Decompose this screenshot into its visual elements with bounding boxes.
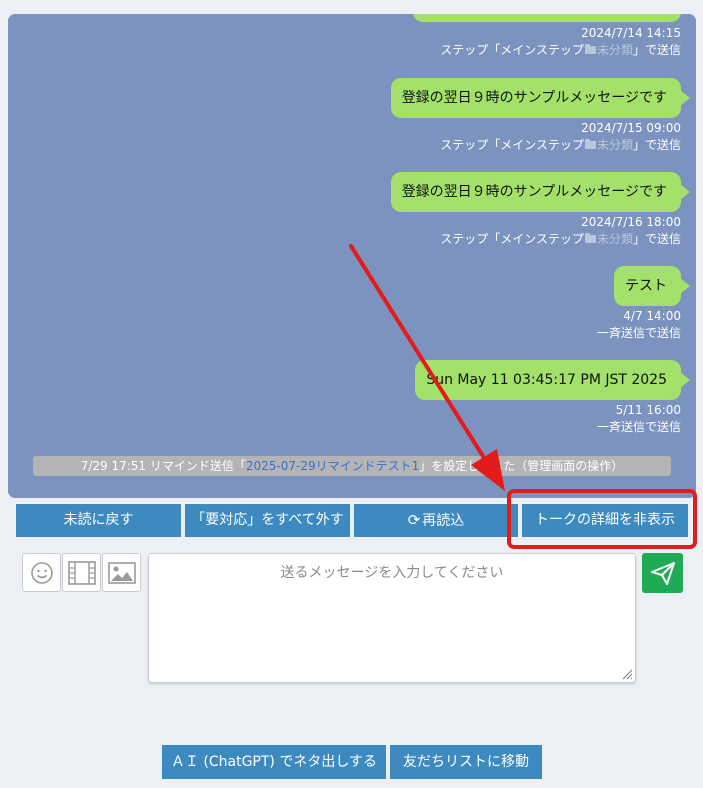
reload-button[interactable]: ⟳ 再読込 [354,504,518,537]
message-2: 登録の翌日９時のサンプルメッセージです 2024/7/15 09:00 ステップ… [390,78,691,154]
message-bubble: Sun May 11 03:45:17 PM JST 2025 [415,360,690,400]
ai-idea-button[interactable]: ＡＩ (ChatGPT) でネタ出しする [162,745,386,779]
mark-unread-button[interactable]: 未読に戻す [16,504,181,537]
message-input[interactable] [149,554,635,682]
message-1: 2024/7/14 14:15 ステップ「メインステップ 未分類」で送信 [440,25,681,59]
message-date: 5/11 16:00 [615,403,681,417]
image-icon [107,561,136,584]
emoji-button[interactable] [22,553,61,592]
image-button[interactable] [102,553,141,592]
reminder-link[interactable]: 2025-07-29リマインドテスト1 [246,459,419,473]
system-notice: 7/29 17:51 リマインド送信「2025-07-29リマインドテスト1」を… [33,456,671,476]
clear-required-button[interactable]: 「要対応」をすべて外す [185,504,350,537]
friend-list-button[interactable]: 友だちリストに移動 [390,745,542,779]
emoji-icon [30,561,53,584]
message-sent-via: 一斉送信で送信 [596,326,681,340]
message-date: 2024/7/16 18:00 [581,215,681,229]
message-bubble: テスト [614,266,690,306]
paper-plane-icon [650,562,675,585]
message-sent-via: 一斉送信で送信 [596,420,681,434]
message-bubble: 登録の翌日９時のサンプルメッセージです [390,172,691,212]
message-compose-box [148,553,636,683]
message-5: Sun May 11 03:45:17 PM JST 2025 5/11 16:… [415,360,690,436]
refresh-icon: ⟳ [407,511,421,529]
send-button[interactable] [642,553,683,593]
folder-icon [584,139,596,149]
message-step-info: ステップ「メインステップ 未分類」で送信 [440,232,681,246]
message-4: テスト 4/7 14:00 一斉送信で送信 [596,266,690,342]
folder-icon [584,44,596,54]
message-step-info: ステップ「メインステップ 未分類」で送信 [440,43,681,57]
message-step-info: ステップ「メインステップ 未分類」で送信 [440,138,681,152]
message-3: 登録の翌日９時のサンプルメッセージです 2024/7/16 18:00 ステップ… [390,172,691,248]
chat-history-panel[interactable]: 2024/7/14 14:15 ステップ「メインステップ 未分類」で送信 登録の翌… [8,14,696,498]
message-bubble-partial [413,14,681,22]
video-icon [67,560,96,585]
message-date: 2024/7/14 14:15 [581,26,681,40]
message-bubble: 登録の翌日９時のサンプルメッセージです [390,78,691,118]
message-date: 2024/7/15 09:00 [581,121,681,135]
message-date: 4/7 14:00 [623,309,681,323]
folder-icon [584,233,596,243]
resize-grip-icon[interactable] [621,668,633,680]
video-button[interactable] [62,553,101,592]
annotation-highlight-box [507,489,697,549]
